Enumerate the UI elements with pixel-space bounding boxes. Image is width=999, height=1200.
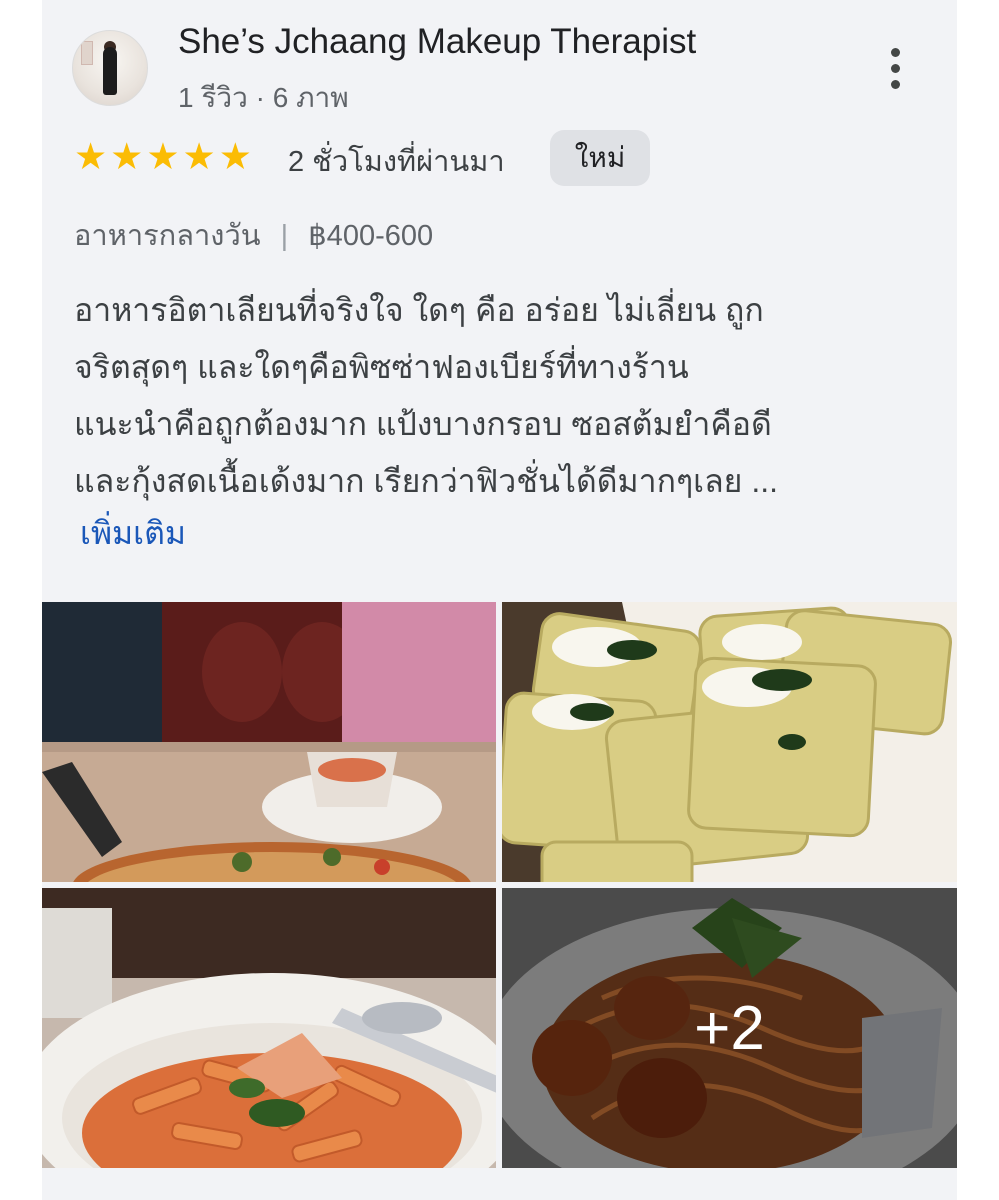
- star-icon: ★: [218, 136, 252, 177]
- reviewer-avatar[interactable]: [72, 30, 148, 106]
- review-text: อาหารอิตาเลียนที่จริงใจ ใดๆ คือ อร่อย ไม…: [74, 282, 924, 510]
- reviewer-name[interactable]: She’s Jchaang Makeup Therapist: [178, 22, 696, 62]
- star-rating: ★ ★ ★ ★ ★: [74, 137, 252, 177]
- more-vert-icon: [890, 47, 900, 57]
- more-photos-overlay[interactable]: +2: [502, 888, 957, 1168]
- review-photo-more[interactable]: +2: [502, 888, 957, 1168]
- more-vert-icon-dot: [890, 63, 900, 73]
- star-icon: ★: [74, 136, 108, 177]
- meal-type: อาหารกลางวัน: [74, 220, 261, 252]
- review-text-line: จริตสุดๆ และใดๆคือพิซซ่าฟองเบียร์ที่ทางร…: [74, 349, 689, 385]
- read-more-link[interactable]: เพิ่มเติม: [80, 508, 186, 559]
- review-photo-pizza[interactable]: [42, 602, 496, 882]
- avatar-figure-body: [103, 47, 117, 95]
- new-badge: ใหม่: [550, 130, 650, 186]
- more-vert-icon-dot: [890, 79, 900, 89]
- more-options-button[interactable]: [872, 40, 918, 96]
- review-text-line: และกุ้งสดเนื้อเด้งมาก เรียกว่าฟิวชั่นได้…: [74, 463, 778, 499]
- star-icon: ★: [182, 136, 216, 177]
- star-icon: ★: [146, 136, 180, 177]
- attribute-separator: |: [280, 220, 289, 252]
- star-icon: ★: [110, 136, 144, 177]
- review-text-line: อาหารอิตาเลียนที่จริงใจ ใดๆ คือ อร่อย ไม…: [74, 292, 764, 328]
- reviewer-meta: 1 รีวิว · 6 ภาพ: [178, 82, 349, 113]
- review-time: 2 ชั่วโมงที่ผ่านมา: [288, 146, 505, 178]
- review-attributes: อาหารกลางวัน | ฿400-600: [74, 212, 433, 258]
- review-photo-penne[interactable]: [42, 888, 496, 1168]
- review-photo-rolls[interactable]: [502, 602, 957, 882]
- review-text-line: แนะนำคือถูกต้องมาก แป้งบางกรอบ ซอสต้มยำค…: [74, 406, 772, 442]
- price-range: ฿400-600: [308, 220, 434, 252]
- avatar-background-frame: [81, 41, 93, 65]
